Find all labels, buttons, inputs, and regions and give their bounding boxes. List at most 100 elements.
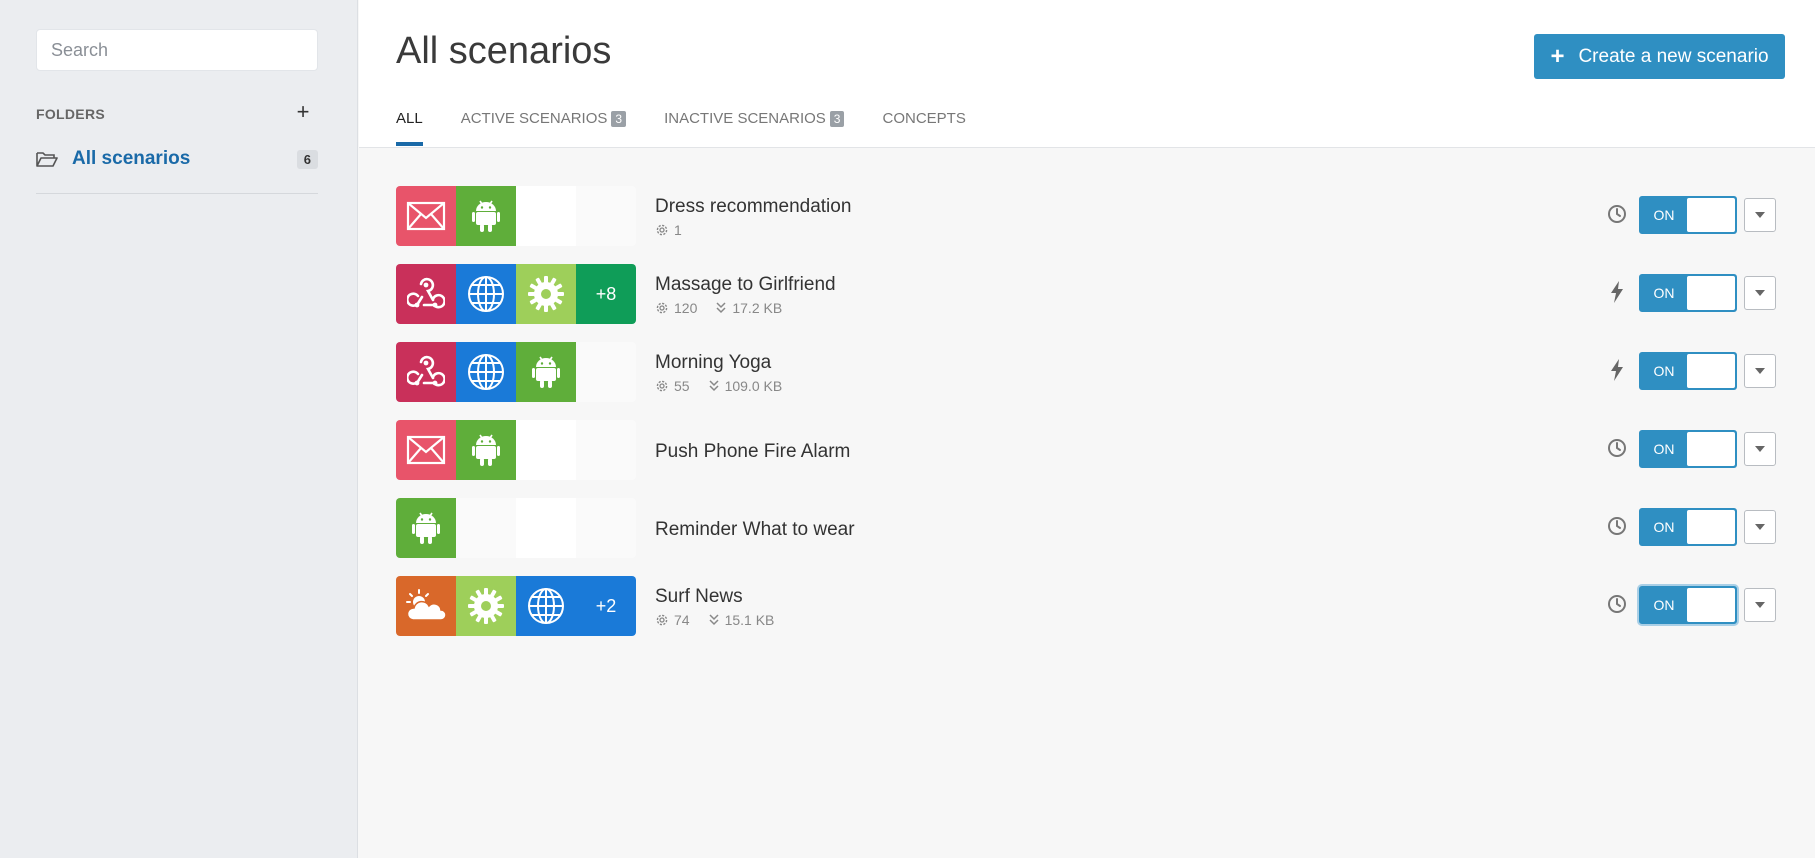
toggle-knob (1687, 276, 1735, 310)
data-transfer: 17.2 KB (715, 300, 782, 316)
scenario-row[interactable]: +8 Massage to Girlfriend 120 17.2 KB ON (359, 262, 1815, 340)
toggle-knob (1687, 588, 1735, 622)
scenario-toggle[interactable]: ON (1639, 352, 1737, 390)
scenario-meta: 55 109.0 KB (655, 378, 800, 394)
data-transfer: 15.1 KB (708, 612, 775, 628)
operations-value: 74 (674, 612, 690, 628)
operations-count: 1 (655, 222, 682, 238)
scenario-row[interactable]: Reminder What to wear ON (359, 496, 1815, 574)
scenario-toggle[interactable]: ON (1639, 196, 1737, 234)
scenario-options-button[interactable] (1744, 198, 1776, 232)
scenario-toggle[interactable]: ON (1639, 274, 1737, 312)
tab-inactive-scenarios[interactable]: INACTIVE SCENARIOS 3 (664, 110, 845, 148)
android-icon (456, 186, 516, 246)
scenario-toggle[interactable]: ON (1639, 586, 1737, 624)
page-title: All scenarios (396, 30, 612, 72)
operations-value: 120 (674, 300, 698, 316)
lightning-icon (1606, 281, 1628, 303)
data-transfer-icon (709, 380, 719, 392)
create-scenario-label: Create a new scenario (1578, 45, 1769, 67)
operations-icon (656, 380, 668, 392)
scenario-name[interactable]: Push Phone Fire Alarm (655, 441, 850, 463)
operations-value: 1 (674, 222, 682, 238)
plus-icon: + (1550, 42, 1565, 70)
operations-icon (656, 224, 668, 236)
sidebar-divider (36, 193, 318, 194)
data-transfer-value: 109.0 KB (724, 378, 783, 394)
caret-down-icon (1755, 290, 1765, 296)
scenario-row[interactable]: Push Phone Fire Alarm ON (359, 418, 1815, 496)
tab-label: ALL (396, 110, 423, 127)
clock-icon (1606, 437, 1628, 459)
scenario-options-button[interactable] (1744, 432, 1776, 466)
operations-icon (656, 302, 668, 314)
more-modules-badge: +8 (576, 264, 636, 324)
empty-module-slot (516, 498, 576, 558)
scenario-options-button[interactable] (1744, 276, 1776, 310)
scenario-toggle[interactable]: ON (1639, 508, 1737, 546)
caret-down-icon (1755, 446, 1765, 452)
scenario-name[interactable]: Surf News (655, 586, 743, 608)
tabs: ALL ACTIVE SCENARIOS 3 INACTIVE SCENARIO… (396, 110, 1004, 148)
create-scenario-button[interactable]: + Create a new scenario (1534, 34, 1785, 79)
android-icon (456, 420, 516, 480)
clock-icon (1606, 515, 1628, 537)
data-transfer-value: 15.1 KB (724, 612, 775, 628)
globe-icon (516, 576, 576, 636)
scenario-name[interactable]: Massage to Girlfriend (655, 274, 836, 296)
toggle-knob (1687, 198, 1735, 232)
data-transfer-icon (716, 302, 726, 314)
scenario-options-button[interactable] (1744, 510, 1776, 544)
tab-count-badge: 3 (611, 111, 627, 127)
clock-icon (1606, 203, 1628, 225)
folder-name: All scenarios (72, 148, 191, 169)
folder-item-all-scenarios[interactable]: All scenarios 6 (36, 144, 318, 174)
android-icon (396, 498, 456, 558)
operations-count: 55 (655, 378, 690, 394)
clock-icon (1606, 593, 1628, 615)
tab-label: INACTIVE SCENARIOS (664, 110, 826, 127)
tab-active-scenarios[interactable]: ACTIVE SCENARIOS 3 (461, 110, 627, 148)
toggle-label: ON (1653, 519, 1675, 535)
scenario-options-button[interactable] (1744, 354, 1776, 388)
scenario-row[interactable]: Morning Yoga 55 109.0 KB ON (359, 340, 1815, 418)
webhook-icon (396, 264, 456, 324)
sidebar: FOLDERS + All scenarios 6 (0, 0, 358, 858)
search-input[interactable] (36, 29, 318, 71)
operations-count: 74 (655, 612, 690, 628)
scenario-modules (396, 420, 636, 480)
scenario-modules (396, 342, 636, 402)
gear-icon (456, 576, 516, 636)
scenario-name[interactable]: Morning Yoga (655, 352, 771, 374)
folder-count-badge: 6 (296, 149, 318, 169)
scenario-toggle[interactable]: ON (1639, 430, 1737, 468)
toggle-label: ON (1653, 363, 1675, 379)
more-modules-badge: +2 (576, 576, 636, 636)
webhook-icon (396, 342, 456, 402)
empty-module-slot (576, 498, 636, 558)
scenario-options-button[interactable] (1744, 588, 1776, 622)
add-folder-button[interactable]: + (294, 100, 312, 124)
toggle-knob (1687, 510, 1735, 544)
scenario-meta: 74 15.1 KB (655, 612, 792, 628)
data-transfer-value: 17.2 KB (732, 300, 783, 316)
email-icon (396, 420, 456, 480)
toggle-label: ON (1653, 207, 1675, 223)
toggle-label: ON (1653, 597, 1675, 613)
scenario-row[interactable]: +2 Surf News 74 15.1 KB ON (359, 574, 1815, 652)
scenario-list: Dress recommendation 1 ON +8 Massage to Girl… (359, 184, 1815, 652)
toggle-label: ON (1653, 285, 1675, 301)
scenario-modules: +2 (396, 576, 636, 636)
scenario-name[interactable]: Dress recommendation (655, 196, 851, 218)
operations-value: 55 (674, 378, 690, 394)
tab-concepts[interactable]: CONCEPTS (882, 110, 965, 148)
scenario-name[interactable]: Reminder What to wear (655, 519, 855, 541)
tab-all[interactable]: ALL (396, 110, 423, 148)
scenario-row[interactable]: Dress recommendation 1 ON (359, 184, 1815, 262)
operations-count: 120 (655, 300, 697, 316)
caret-down-icon (1755, 524, 1765, 530)
tab-count-badge: 3 (829, 111, 845, 127)
empty-module-slot (456, 498, 516, 558)
scenario-modules: +8 (396, 264, 636, 324)
empty-module-slot (516, 186, 576, 246)
